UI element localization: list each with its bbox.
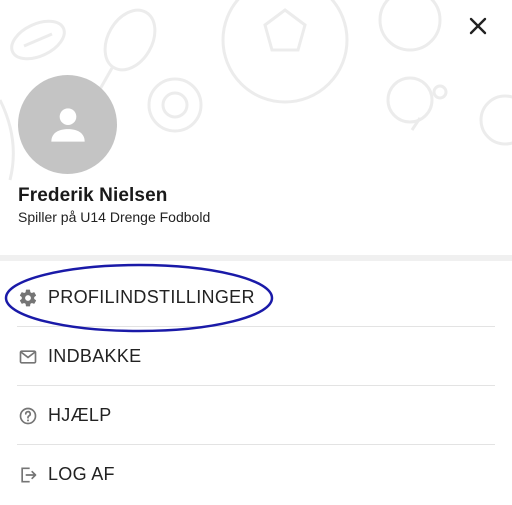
menu-item-label: INDBAKKE <box>48 346 142 366</box>
logout-icon <box>17 464 39 486</box>
close-icon <box>469 17 487 35</box>
close-button[interactable] <box>464 12 492 40</box>
mail-icon <box>17 346 39 368</box>
menu-item-label: HJÆLP <box>48 405 112 425</box>
menu-item-label: PROFILINDSTILLINGER <box>48 287 255 307</box>
profile-name: Frederik Nielsen <box>18 185 168 206</box>
person-icon <box>50 107 85 142</box>
profile-role: Spiller på U14 Drenge Fodbold <box>18 209 211 225</box>
menu-item-help[interactable]: HJÆLP <box>0 386 512 445</box>
menu-item-label: LOG AF <box>48 464 115 484</box>
section-divider <box>0 255 512 261</box>
menu-item-inbox[interactable]: INDBAKKE <box>0 327 512 386</box>
avatar[interactable] <box>18 75 117 174</box>
menu-item-logout[interactable]: LOG AF <box>0 445 512 504</box>
menu-list: PROFILINDSTILLINGER INDBAKKE HJÆLP LOG A… <box>0 268 512 504</box>
gear-icon <box>17 287 39 309</box>
menu-item-profile-settings[interactable]: PROFILINDSTILLINGER <box>0 268 512 327</box>
help-icon <box>17 405 39 427</box>
